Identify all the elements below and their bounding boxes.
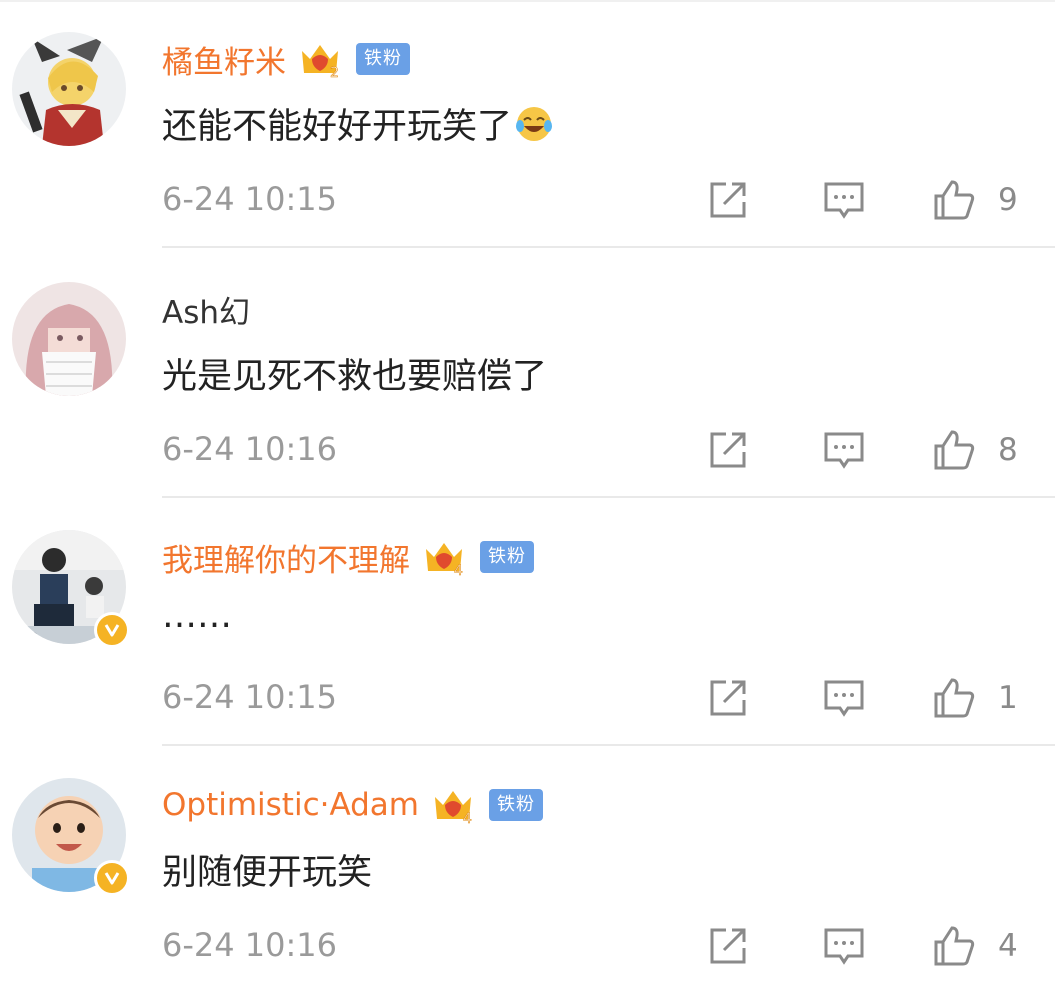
- divider: [162, 246, 1055, 248]
- comment-text: 光是见死不救也要赔偿了: [162, 348, 547, 399]
- comment-body: ……: [162, 596, 232, 636]
- timestamp: 6-24 10:15: [162, 180, 338, 218]
- thumbs-up-icon: [934, 678, 975, 718]
- comment-item: 我理解你的不理解 4 铁粉 …… 6-24 10:15 1: [0, 498, 1055, 746]
- comment-item: 橘鱼籽米 2 铁粉 还能不能好好开玩笑了 6-24 10:15 9: [0, 0, 1055, 248]
- username[interactable]: 我理解你的不理解: [162, 535, 410, 580]
- avatar[interactable]: [12, 282, 126, 396]
- anime-character-avatar: [12, 32, 126, 146]
- avatar[interactable]: [12, 530, 130, 648]
- username[interactable]: Ash幻: [162, 287, 250, 332]
- crown-icon: 2: [302, 45, 339, 81]
- crown-icon: 4: [435, 791, 472, 827]
- thumbs-up-icon: [934, 430, 975, 470]
- like-button[interactable]: 1: [932, 674, 1018, 722]
- share-icon: [710, 182, 746, 218]
- verified-badge: [94, 860, 130, 896]
- comment-item: Optimistic·Adam 4 铁粉 别随便开玩笑 6-24 10:16 4: [0, 746, 1055, 994]
- svg-text:4: 4: [463, 811, 472, 827]
- fan-badge: 铁粉: [489, 789, 544, 821]
- timestamp: 6-24 10:16: [162, 430, 338, 468]
- avatar[interactable]: [12, 778, 130, 896]
- comment-icon: [824, 680, 864, 717]
- like-count: 4: [998, 928, 1018, 964]
- share-icon: [710, 432, 746, 468]
- like-count: 8: [998, 432, 1018, 468]
- thumbs-up-icon: [934, 926, 975, 966]
- comment-body: 别随便开玩笑: [162, 853, 373, 893]
- comment-icon: [824, 182, 864, 219]
- fan-badge: 铁粉: [356, 43, 410, 75]
- like-button[interactable]: 9: [932, 176, 1018, 224]
- comment-item: Ash幻 光是见死不救也要赔偿了 6-24 10:16 8: [0, 250, 1055, 498]
- like-count: 9: [998, 182, 1018, 218]
- username[interactable]: 橘鱼籽米: [162, 37, 286, 82]
- share-button[interactable]: [706, 922, 750, 970]
- verified-check-icon: [104, 872, 120, 885]
- verified-check-icon: [104, 624, 120, 637]
- svg-text:2: 2: [330, 65, 339, 81]
- like-button[interactable]: 4: [932, 922, 1018, 970]
- like-count: 1: [998, 680, 1018, 716]
- verified-badge: [94, 612, 130, 648]
- comment-body: 还能不能好好开玩笑了: [162, 107, 513, 147]
- reply-button[interactable]: [822, 674, 866, 722]
- share-button[interactable]: [706, 176, 750, 224]
- share-icon: [710, 928, 746, 964]
- avatar[interactable]: [12, 32, 126, 146]
- thumbs-up-icon: [934, 180, 975, 220]
- comment-icon: [824, 432, 864, 469]
- comment-body: 光是见死不救也要赔偿了: [162, 357, 548, 397]
- laugh-cry-emoji: [516, 106, 553, 141]
- timestamp: 6-24 10:15: [162, 678, 338, 716]
- username[interactable]: Optimistic·Adam: [162, 787, 419, 823]
- like-button[interactable]: 8: [932, 426, 1018, 474]
- comment-text: 还能不能好好开玩笑了: [162, 98, 554, 149]
- crown-icon: 4: [426, 543, 463, 579]
- reply-button[interactable]: [822, 426, 866, 474]
- comment-text: ……: [162, 596, 232, 636]
- anime-girl-avatar: [12, 282, 126, 396]
- comment-icon: [824, 928, 864, 965]
- svg-text:4: 4: [454, 563, 463, 579]
- share-button[interactable]: [706, 674, 750, 722]
- share-icon: [710, 680, 746, 716]
- share-button[interactable]: [706, 426, 750, 474]
- timestamp: 6-24 10:16: [162, 926, 338, 964]
- fan-badge: 铁粉: [480, 541, 534, 573]
- comment-text: 别随便开玩笑: [162, 844, 372, 895]
- reply-button[interactable]: [822, 922, 866, 970]
- reply-button[interactable]: [822, 176, 866, 224]
